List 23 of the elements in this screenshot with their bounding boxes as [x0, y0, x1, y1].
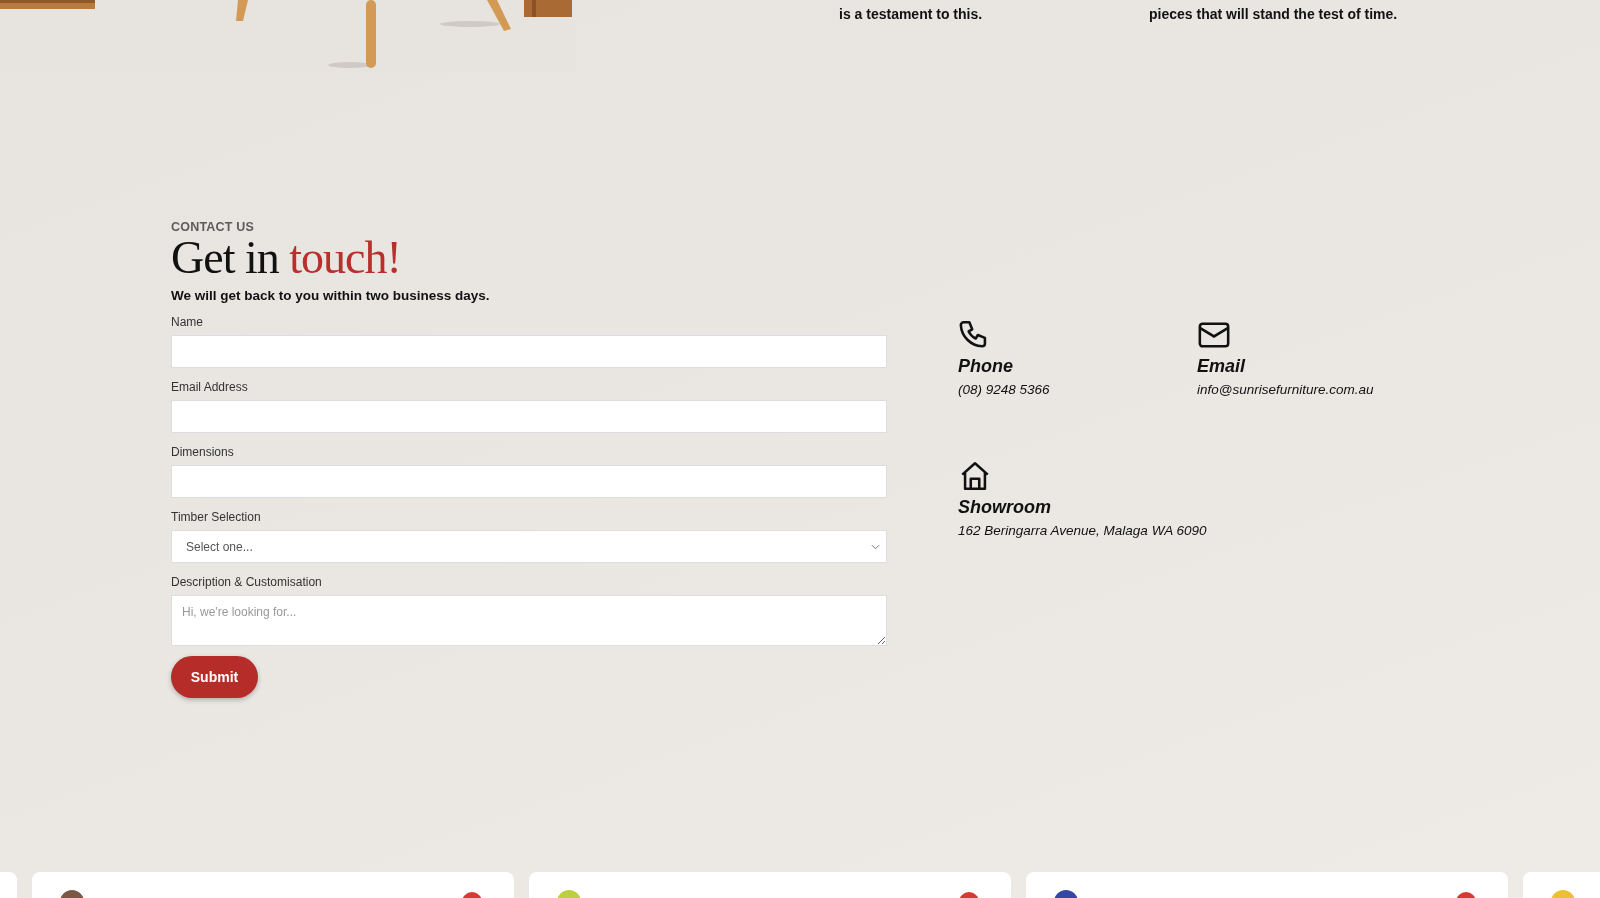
heading: Get in touch! — [171, 234, 401, 282]
info-value: 162 Beringarra Avenue, Malaga WA 6090 — [958, 523, 1207, 538]
field-label: Email Address — [171, 380, 249, 394]
eyebrow: CONTACT US — [171, 220, 254, 234]
intro-text: is a testament to this. — [839, 6, 984, 24]
info-title: Email — [1197, 356, 1246, 377]
subtitle: We will get back to you within two business days. — [171, 288, 490, 303]
info-title: Phone — [958, 356, 1013, 377]
info-value: (08) 9248 5366 — [958, 382, 1050, 397]
info-value: info@sunrisefurniture.com.au — [1197, 382, 1374, 397]
submit-button[interactable]: Submit — [171, 656, 258, 698]
textarea-field[interactable]: Hi, we're looking for... — [171, 595, 887, 646]
input-field[interactable] — [171, 465, 887, 498]
field-label: Timber Selection — [171, 510, 262, 524]
field-label: Name — [171, 315, 204, 329]
chevron-icon — [871, 543, 880, 550]
select-field[interactable]: Select one... — [171, 530, 887, 563]
input-field[interactable] — [171, 335, 887, 368]
info-title: Showroom — [958, 497, 1051, 518]
field-label: Dimensions — [171, 445, 235, 459]
field-label: Description & Customisation — [171, 575, 323, 589]
intro-text: pieces that will stand the test of time. — [1149, 6, 1398, 24]
input-field[interactable] — [171, 400, 887, 433]
